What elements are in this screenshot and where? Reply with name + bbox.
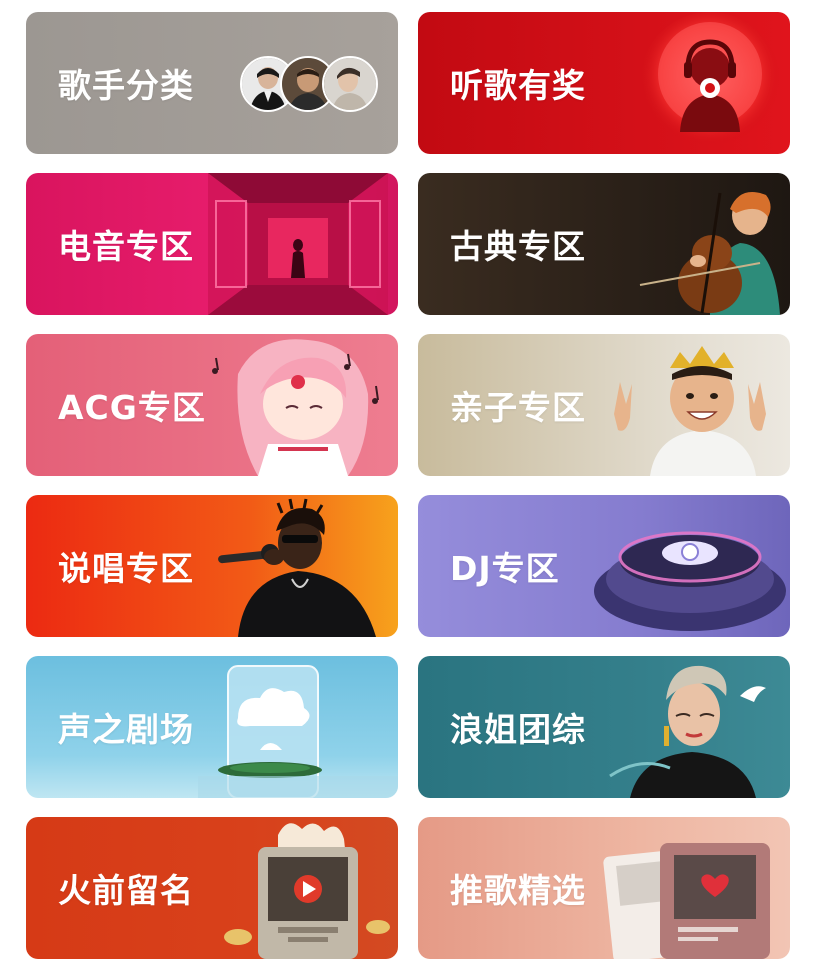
category-card-electronic[interactable]: 电音专区 bbox=[26, 173, 398, 315]
category-card-fire-signup[interactable]: 火前留名 bbox=[26, 817, 398, 959]
category-card-dj[interactable]: DJ专区 bbox=[418, 495, 790, 637]
category-label: 亲子专区 bbox=[450, 388, 586, 427]
category-card-sisters-show[interactable]: 浪姐团综 bbox=[418, 656, 790, 798]
category-card-recommended-songs[interactable]: 推歌精选 bbox=[418, 817, 790, 959]
rapper-with-mic-icon bbox=[198, 495, 398, 637]
category-card-audio-theater[interactable]: 声之剧场 bbox=[26, 656, 398, 798]
category-label: 听歌有奖 bbox=[450, 66, 586, 105]
category-grid: 歌手分类 听歌有奖 电音专区 古典专区 ACG专区 亲子专区 说唱专区 DJ专区… bbox=[26, 12, 790, 959]
category-label: DJ专区 bbox=[450, 549, 560, 588]
category-card-parenting[interactable]: 亲子专区 bbox=[418, 334, 790, 476]
category-card-rap[interactable]: 说唱专区 bbox=[26, 495, 398, 637]
singer-avatars-icon bbox=[240, 56, 378, 112]
category-label: 歌手分类 bbox=[58, 66, 194, 105]
category-label: 火前留名 bbox=[58, 871, 194, 910]
headphone-listener-icon bbox=[590, 12, 790, 154]
neon-corridor-icon bbox=[198, 173, 398, 315]
category-card-listen-reward[interactable]: 听歌有奖 bbox=[418, 12, 790, 154]
category-label: 声之剧场 bbox=[58, 710, 194, 749]
category-label: 说唱专区 bbox=[58, 549, 194, 588]
avatar bbox=[322, 56, 378, 112]
category-label: 浪姐团综 bbox=[450, 710, 586, 749]
dj-turntable-icon bbox=[590, 495, 790, 637]
flaming-album-icon bbox=[198, 817, 398, 959]
category-label: 电音专区 bbox=[58, 227, 194, 266]
album-cards-icon bbox=[590, 817, 790, 959]
cloud-island-phone-icon bbox=[198, 656, 398, 798]
category-card-acg[interactable]: ACG专区 bbox=[26, 334, 398, 476]
category-label: ACG专区 bbox=[58, 388, 206, 427]
child-with-crown-icon bbox=[590, 334, 790, 476]
category-label: 推歌精选 bbox=[450, 871, 586, 910]
category-card-singers[interactable]: 歌手分类 bbox=[26, 12, 398, 154]
category-label: 古典专区 bbox=[450, 227, 586, 266]
category-card-classical[interactable]: 古典专区 bbox=[418, 173, 790, 315]
anime-girl-icon bbox=[198, 334, 398, 476]
singer-portrait-icon bbox=[590, 656, 790, 798]
cellist-icon bbox=[590, 173, 790, 315]
